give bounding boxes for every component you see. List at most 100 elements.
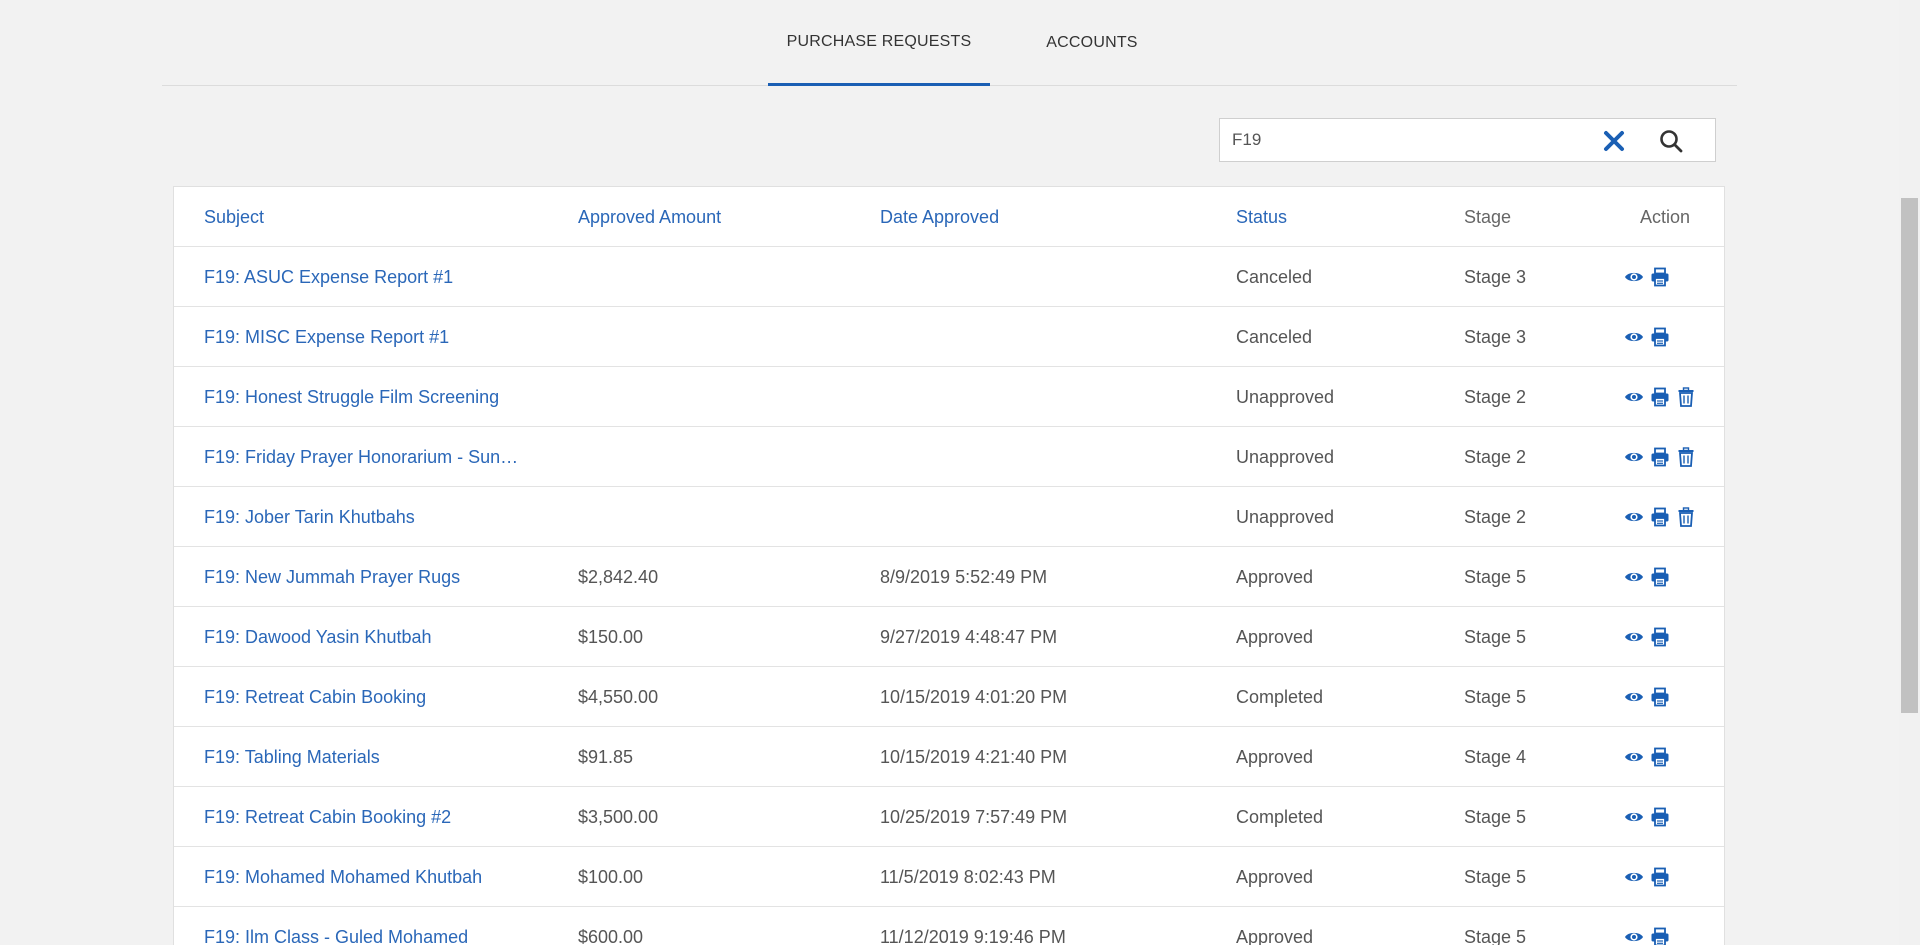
- table-row: F19: New Jummah Prayer Rugs $2,842.40 8/9/…: [174, 547, 1724, 607]
- subject-cell: F19: Honest Struggle Film Screening: [204, 367, 534, 427]
- scrollbar-thumb[interactable]: [1901, 198, 1918, 713]
- subject-link[interactable]: F19: Friday Prayer Honorarium - Sun…: [204, 447, 518, 468]
- close-icon[interactable]: [1600, 127, 1628, 155]
- action-cell: [1624, 427, 1724, 487]
- header-subject[interactable]: Subject: [204, 187, 534, 247]
- approved-amount-cell: $2,842.40: [578, 566, 659, 587]
- header-approved-amount[interactable]: Approved Amount: [578, 187, 858, 247]
- subject-link[interactable]: F19: Dawood Yasin Khutbah: [204, 627, 432, 648]
- print-icon[interactable]: [1650, 327, 1670, 347]
- date-approved-cell: 10/15/2019 4:21:40 PM: [880, 746, 1068, 767]
- subject-link[interactable]: F19: Tabling Materials: [204, 747, 380, 768]
- action-cell: [1624, 307, 1724, 367]
- subject-link[interactable]: F19: Mohamed Mohamed Khutbah: [204, 867, 482, 888]
- action-icons: [1624, 327, 1670, 347]
- print-icon[interactable]: [1650, 927, 1670, 945]
- action-icons: [1624, 687, 1670, 707]
- subject-link[interactable]: F19: MISC Expense Report #1: [204, 327, 449, 348]
- eye-icon[interactable]: [1624, 387, 1644, 407]
- header-stage: Stage: [1464, 206, 1512, 227]
- action-icons: [1624, 387, 1696, 407]
- tab-accounts[interactable]: ACCOUNTS: [1012, 0, 1172, 86]
- table-row: F19: Tabling Materials $91.85 10/15/2019 4…: [174, 727, 1724, 787]
- stage-cell: Stage 5: [1464, 866, 1527, 887]
- action-cell: [1624, 487, 1724, 547]
- date-approved-cell: 11/12/2019 9:19:46 PM: [880, 926, 1066, 945]
- subject-link[interactable]: F19: New Jummah Prayer Rugs: [204, 567, 460, 588]
- action-icons: [1624, 807, 1670, 827]
- status-cell: Approved: [1236, 926, 1314, 945]
- stage-cell: Stage 5: [1464, 626, 1527, 647]
- date-approved-cell: 9/27/2019 4:48:47 PM: [880, 626, 1058, 647]
- subject-cell: F19: New Jummah Prayer Rugs: [204, 547, 534, 607]
- subject-cell: F19: Retreat Cabin Booking: [204, 667, 534, 727]
- status-cell: Approved: [1236, 746, 1314, 767]
- action-cell: [1624, 727, 1724, 787]
- subject-link[interactable]: F19: ASUC Expense Report #1: [204, 267, 453, 288]
- eye-icon[interactable]: [1624, 327, 1644, 347]
- print-icon[interactable]: [1650, 627, 1670, 647]
- trash-icon[interactable]: [1676, 447, 1696, 467]
- approved-amount-cell: [578, 487, 858, 547]
- eye-icon[interactable]: [1624, 507, 1644, 527]
- approved-amount-cell: [578, 247, 858, 307]
- action-cell: [1624, 847, 1724, 907]
- print-icon[interactable]: [1650, 867, 1670, 887]
- subject-link[interactable]: F19: Retreat Cabin Booking: [204, 687, 426, 708]
- print-icon[interactable]: [1650, 807, 1670, 827]
- subject-link[interactable]: F19: Retreat Cabin Booking #2: [204, 807, 451, 828]
- print-icon[interactable]: [1650, 447, 1670, 467]
- print-icon[interactable]: [1650, 567, 1670, 587]
- subject-cell: F19: Retreat Cabin Booking #2: [204, 787, 534, 847]
- subject-cell: F19: Jober Tarin Khutbahs: [204, 487, 534, 547]
- header-status[interactable]: Status: [1236, 187, 1436, 247]
- subject-link[interactable]: F19: Jober Tarin Khutbahs: [204, 507, 415, 528]
- approved-amount-cell: $150.00: [578, 626, 644, 647]
- eye-icon[interactable]: [1624, 567, 1644, 587]
- header-date-approved[interactable]: Date Approved: [880, 187, 1220, 247]
- status-cell: Unapproved: [1236, 506, 1335, 527]
- vertical-scrollbar[interactable]: [1899, 0, 1920, 945]
- stage-cell: Stage 4: [1464, 746, 1527, 767]
- trash-icon[interactable]: [1676, 507, 1696, 527]
- stage-cell: Stage 5: [1464, 686, 1527, 707]
- search-input[interactable]: [1220, 120, 1580, 160]
- action-cell: [1624, 247, 1724, 307]
- subject-link[interactable]: F19: Ilm Class - Guled Mohamed: [204, 927, 468, 945]
- subject-cell: F19: ASUC Expense Report #1: [204, 247, 534, 307]
- tab-bar: PURCHASE REQUESTS ACCOUNTS: [162, 0, 1737, 86]
- date-approved-cell: 10/25/2019 7:57:49 PM: [880, 806, 1068, 827]
- eye-icon[interactable]: [1624, 447, 1644, 467]
- eye-icon[interactable]: [1624, 627, 1644, 647]
- stage-cell: Stage 5: [1464, 926, 1527, 945]
- print-icon[interactable]: [1650, 267, 1670, 287]
- stage-cell: Stage 2: [1464, 506, 1527, 527]
- eye-icon[interactable]: [1624, 927, 1644, 945]
- subject-cell: F19: Mohamed Mohamed Khutbah: [204, 847, 534, 907]
- subject-cell: F19: Friday Prayer Honorarium - Sun…: [204, 427, 534, 487]
- status-cell: Approved: [1236, 866, 1314, 887]
- action-cell: [1624, 787, 1724, 847]
- tab-purchase-requests[interactable]: PURCHASE REQUESTS: [768, 0, 990, 86]
- eye-icon[interactable]: [1624, 807, 1644, 827]
- trash-icon[interactable]: [1676, 387, 1696, 407]
- table-row: F19: Mohamed Mohamed Khutbah $100.00 11/5/…: [174, 847, 1724, 907]
- action-cell: [1624, 607, 1724, 667]
- print-icon[interactable]: [1650, 687, 1670, 707]
- eye-icon[interactable]: [1624, 687, 1644, 707]
- print-icon[interactable]: [1650, 507, 1670, 527]
- search-icon[interactable]: [1658, 128, 1684, 154]
- action-cell: [1624, 367, 1724, 427]
- subject-link[interactable]: F19: Honest Struggle Film Screening: [204, 387, 499, 408]
- eye-icon[interactable]: [1624, 267, 1644, 287]
- print-icon[interactable]: [1650, 387, 1670, 407]
- print-icon[interactable]: [1650, 747, 1670, 767]
- action-cell: [1624, 547, 1724, 607]
- eye-icon[interactable]: [1624, 747, 1644, 767]
- action-cell: [1624, 907, 1724, 945]
- status-cell: Approved: [1236, 626, 1314, 647]
- eye-icon[interactable]: [1624, 867, 1644, 887]
- header-action: Action: [1640, 206, 1691, 227]
- stage-cell: Stage 2: [1464, 386, 1527, 407]
- subject-cell: F19: Tabling Materials: [204, 727, 534, 787]
